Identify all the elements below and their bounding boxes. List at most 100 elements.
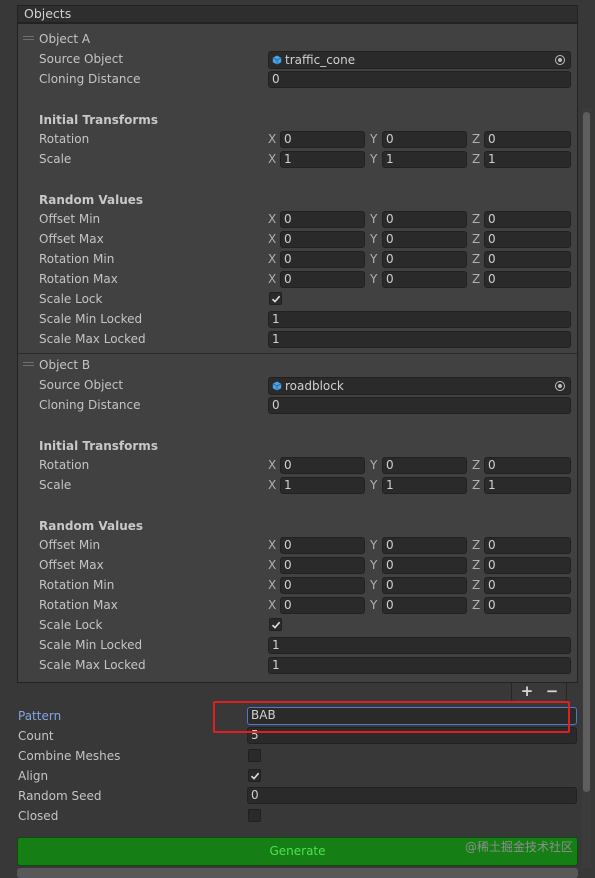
- scale-lock-label: Scale Lock: [39, 292, 103, 306]
- rotation-label: Rotation: [39, 458, 90, 472]
- random-values-heading: Random Values: [39, 193, 144, 207]
- object-picker-icon[interactable]: [555, 381, 565, 391]
- rotation-min-z-input[interactable]: 0: [484, 577, 571, 594]
- scale-lock-checkbox[interactable]: [269, 618, 282, 631]
- rotation-min-x-input[interactable]: 0: [280, 251, 365, 268]
- offset-min-y-input[interactable]: 0: [382, 537, 467, 554]
- rotation-max-y-input[interactable]: 0: [382, 597, 467, 614]
- offset-min-label: Offset Min: [39, 212, 101, 226]
- cloning-distance-input[interactable]: 0: [268, 71, 571, 88]
- remove-element-button[interactable]: −: [540, 683, 564, 701]
- rotation-max-x-input[interactable]: 0: [280, 597, 365, 614]
- scale-min-locked-input[interactable]: 1: [268, 311, 571, 328]
- rotation-y-input[interactable]: 0: [382, 457, 467, 474]
- rotation-x-axis-label: X: [268, 458, 277, 472]
- cloning-distance-input[interactable]: 0: [268, 397, 571, 414]
- scale-lock-checkbox[interactable]: [269, 292, 282, 305]
- offset-max-z-input[interactable]: 0: [484, 231, 571, 248]
- offset-max-y-axis-label: Y: [370, 232, 378, 246]
- rotation-min-x-input[interactable]: 0: [280, 577, 365, 594]
- offset-min-x-input[interactable]: 0: [280, 537, 365, 554]
- scale-x-axis-label: X: [268, 478, 277, 492]
- rotation-max-z-axis-label: Z: [472, 272, 481, 286]
- offset-max-y-input[interactable]: 0: [382, 557, 467, 574]
- rotation-z-input[interactable]: 0: [484, 457, 571, 474]
- rotation-max-label: Rotation Max: [39, 272, 118, 286]
- scale-max-locked-input[interactable]: 1: [268, 331, 571, 348]
- object-name: Object A: [39, 32, 91, 46]
- offset-min-x-axis-label: X: [268, 538, 277, 552]
- rotation-z-axis-label: Z: [472, 458, 481, 472]
- next-button-partial[interactable]: [17, 868, 578, 878]
- rotation-label: Rotation: [39, 132, 90, 146]
- rotation-min-z-input[interactable]: 0: [484, 251, 571, 268]
- offset-max-x-input[interactable]: 0: [280, 231, 365, 248]
- scale-y-input[interactable]: 1: [382, 151, 467, 168]
- object-picker-icon[interactable]: [555, 55, 565, 65]
- offset-min-x-input[interactable]: 0: [280, 211, 365, 228]
- rotation-max-x-axis-label: X: [268, 272, 277, 286]
- scale-z-input[interactable]: 1: [484, 151, 571, 168]
- drag-handle-icon[interactable]: [23, 36, 34, 44]
- offset-max-x-axis-label: X: [268, 232, 277, 246]
- offset-max-y-input[interactable]: 0: [382, 231, 467, 248]
- scale-x-input[interactable]: 1: [280, 151, 365, 168]
- rotation-max-x-input[interactable]: 0: [280, 271, 365, 288]
- rotation-max-label: Rotation Max: [39, 598, 118, 612]
- offset-max-label: Offset Max: [39, 232, 104, 246]
- objects-header[interactable]: Objects: [17, 5, 578, 23]
- rotation-y-axis-label: Y: [370, 458, 378, 472]
- scale-label: Scale: [39, 478, 72, 492]
- rotation-y-input[interactable]: 0: [382, 131, 467, 148]
- rotation-min-y-input[interactable]: 0: [382, 251, 467, 268]
- rotation-max-y-input[interactable]: 0: [382, 271, 467, 288]
- source-object-field[interactable]: roadblock: [268, 377, 571, 395]
- rotation-max-z-input[interactable]: 0: [484, 271, 571, 288]
- checkmark-icon: [271, 621, 281, 629]
- offset-min-y-input[interactable]: 0: [382, 211, 467, 228]
- scale-x-input[interactable]: 1: [280, 477, 365, 494]
- scale-min-locked-label: Scale Min Locked: [39, 638, 143, 652]
- prefab-cube-icon: [272, 381, 282, 391]
- source-object-field[interactable]: traffic_cone: [268, 51, 571, 69]
- rotation-max-z-input[interactable]: 0: [484, 597, 571, 614]
- drag-handle-icon[interactable]: [23, 362, 34, 370]
- scale-min-locked-input[interactable]: 1: [268, 637, 571, 654]
- scale-z-input[interactable]: 1: [484, 477, 571, 494]
- random-seed-input[interactable]: 0: [247, 787, 577, 804]
- cloning-distance-label: Cloning Distance: [39, 398, 141, 412]
- rotation-max-y-axis-label: Y: [370, 598, 378, 612]
- initial-transforms-heading: Initial Transforms: [39, 113, 158, 127]
- offset-max-x-input[interactable]: 0: [280, 557, 365, 574]
- add-element-button[interactable]: +: [515, 683, 539, 701]
- rotation-z-input[interactable]: 0: [484, 131, 571, 148]
- align-checkbox[interactable]: [248, 769, 261, 782]
- rotation-min-z-axis-label: Z: [472, 578, 481, 592]
- scale-max-locked-input[interactable]: 1: [268, 657, 571, 674]
- offset-min-y-axis-label: Y: [370, 538, 378, 552]
- rotation-min-label: Rotation Min: [39, 252, 115, 266]
- offset-min-z-input[interactable]: 0: [484, 211, 571, 228]
- offset-max-z-input[interactable]: 0: [484, 557, 571, 574]
- watermark: @稀土掘金技术社区: [464, 840, 573, 854]
- cloning-distance-label: Cloning Distance: [39, 72, 141, 86]
- combine-meshes-label: Combine Meshes: [18, 749, 121, 763]
- random-values-heading: Random Values: [39, 519, 144, 533]
- combine-meshes-checkbox[interactable]: [248, 749, 261, 762]
- rotation-min-y-input[interactable]: 0: [382, 577, 467, 594]
- offset-max-label: Offset Max: [39, 558, 104, 572]
- offset-min-z-input[interactable]: 0: [484, 537, 571, 554]
- scale-y-axis-label: Y: [370, 478, 378, 492]
- rotation-x-input[interactable]: 0: [280, 457, 365, 474]
- rotation-x-input[interactable]: 0: [280, 131, 365, 148]
- rotation-z-axis-label: Z: [472, 132, 481, 146]
- objects-title: Objects: [24, 6, 72, 21]
- scrollbar-thumb[interactable]: [583, 112, 590, 792]
- rotation-x-axis-label: X: [268, 132, 277, 146]
- rotation-min-y-axis-label: Y: [370, 252, 378, 266]
- rotation-min-x-axis-label: X: [268, 578, 277, 592]
- closed-checkbox[interactable]: [248, 809, 261, 822]
- offset-min-x-axis-label: X: [268, 212, 277, 226]
- scale-y-input[interactable]: 1: [382, 477, 467, 494]
- scale-y-axis-label: Y: [370, 152, 378, 166]
